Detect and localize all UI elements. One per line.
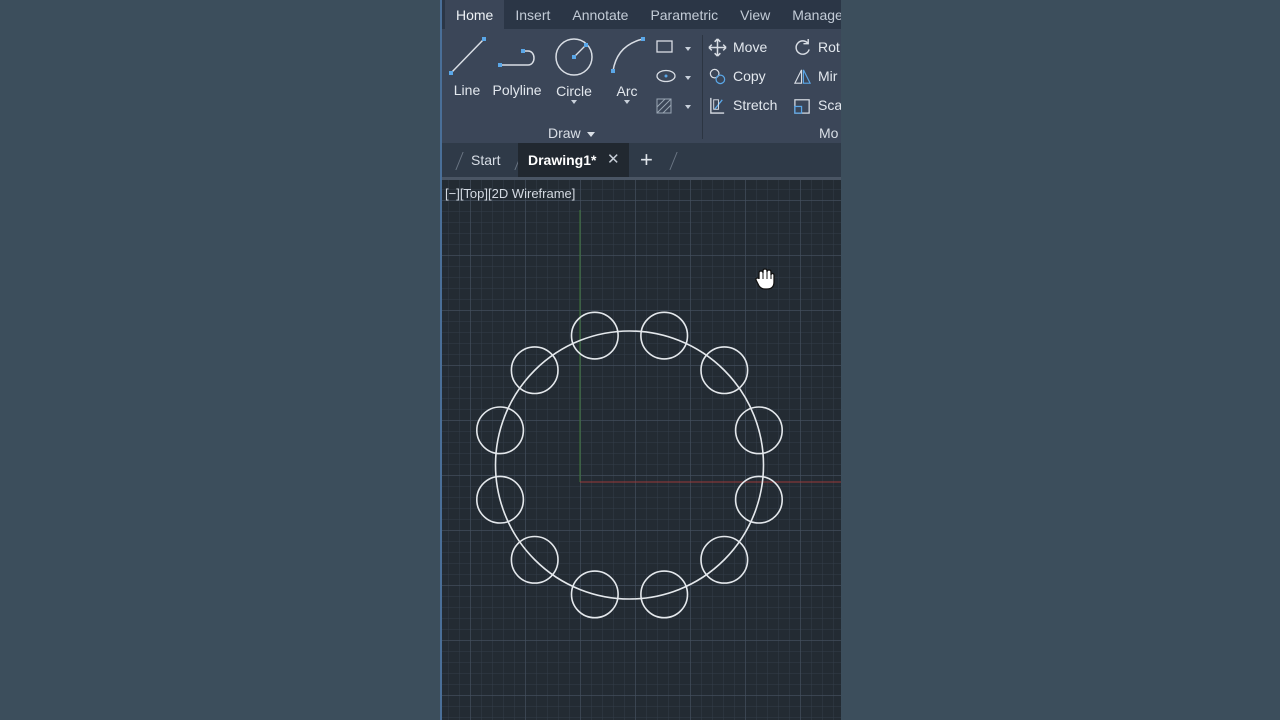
- hatch-icon: [656, 98, 672, 114]
- rotate-icon: [795, 38, 810, 55]
- plus-icon[interactable]: +: [640, 143, 653, 177]
- move-tool-button[interactable]: Move: [708, 34, 767, 60]
- scale-label: Sca: [818, 97, 841, 113]
- arc-icon: [611, 37, 645, 73]
- rotate-tool-button[interactable]: Rot: [793, 34, 840, 60]
- file-tab-bar: Start Drawing1* ✕ +: [440, 143, 841, 180]
- close-icon[interactable]: ✕: [607, 143, 620, 177]
- circle-icon: [555, 38, 593, 76]
- arc-tool-button[interactable]: Arc: [607, 33, 647, 104]
- window-edge: [440, 0, 442, 720]
- tab-view[interactable]: View: [729, 0, 781, 29]
- hatch-tool-button[interactable]: [653, 95, 695, 124]
- mirror-tool-button[interactable]: Mir: [793, 63, 837, 89]
- arc-label: Arc: [616, 83, 638, 99]
- tab-start[interactable]: Start: [471, 143, 501, 177]
- mirror-icon: [793, 69, 812, 84]
- main-circle[interactable]: [494, 330, 765, 600]
- draw-small-tools: [653, 37, 695, 124]
- ribbon-tab-bar: Home Insert Annotate Parametric View Man…: [440, 0, 841, 29]
- scale-tool-button[interactable]: Sca: [793, 92, 841, 118]
- ribbon-panel: Line Polyline Circle Arc Draw Move Copy …: [440, 29, 841, 143]
- draw-panel-label: Draw: [548, 125, 581, 141]
- draw-panel-expand-caret: [586, 131, 595, 137]
- tab-divider: [455, 152, 464, 170]
- scale-icon: [794, 98, 810, 114]
- rotate-label: Rot: [818, 39, 840, 55]
- right-backdrop: [841, 0, 1280, 720]
- arc-dropdown-caret[interactable]: [624, 100, 630, 104]
- line-label: Line: [453, 82, 481, 98]
- line-icon: [449, 37, 486, 75]
- polyline-tool-button[interactable]: Polyline: [491, 33, 543, 98]
- copy-icon: [709, 68, 726, 84]
- circle-dropdown-caret[interactable]: [571, 100, 577, 104]
- left-backdrop: [0, 0, 440, 720]
- hatch-dropdown-caret[interactable]: [685, 105, 691, 109]
- tab-manage[interactable]: Manage: [781, 0, 841, 29]
- tab-parametric[interactable]: Parametric: [639, 0, 729, 29]
- copy-label: Copy: [733, 68, 766, 84]
- circle-label: Circle: [556, 83, 592, 99]
- tab-drawing1-label: Drawing1*: [528, 152, 597, 168]
- tab-insert[interactable]: Insert: [504, 0, 561, 29]
- polyline-label: Polyline: [492, 82, 542, 98]
- modify-panel-title[interactable]: Mo: [819, 125, 838, 141]
- modify-panel-label: Mo: [819, 125, 839, 141]
- draw-panel-title[interactable]: Draw: [548, 125, 595, 141]
- autocad-window: Home Insert Annotate Parametric View Man…: [440, 0, 841, 720]
- stretch-icon: [710, 97, 725, 114]
- ellipse-tool-button[interactable]: [653, 66, 695, 95]
- circle-tool-button[interactable]: Circle: [552, 33, 596, 104]
- mirror-label: Mir: [818, 68, 838, 84]
- ellipse-dropdown-caret[interactable]: [685, 76, 691, 80]
- stretch-label: Stretch: [733, 97, 778, 113]
- move-label: Move: [733, 39, 768, 55]
- panel-divider: [702, 35, 703, 139]
- drawing-viewport[interactable]: [−][Top][2D Wireframe]: [440, 180, 841, 720]
- rectangle-icon: [656, 40, 673, 53]
- copy-tool-button[interactable]: Copy: [708, 63, 766, 89]
- drawing-canvas[interactable]: [440, 180, 841, 720]
- rectangle-dropdown-caret[interactable]: [685, 47, 691, 51]
- tab-divider: [669, 152, 678, 170]
- tab-home[interactable]: Home: [445, 0, 505, 29]
- tab-annotate[interactable]: Annotate: [561, 0, 639, 29]
- line-tool-button[interactable]: Line: [446, 33, 488, 98]
- polyline-icon: [498, 49, 535, 67]
- move-icon: [708, 37, 727, 57]
- ellipse-icon: [656, 69, 676, 83]
- stretch-tool-button[interactable]: Stretch: [708, 92, 777, 118]
- pan-hand-icon: [754, 267, 776, 296]
- rectangle-tool-button[interactable]: [653, 37, 695, 66]
